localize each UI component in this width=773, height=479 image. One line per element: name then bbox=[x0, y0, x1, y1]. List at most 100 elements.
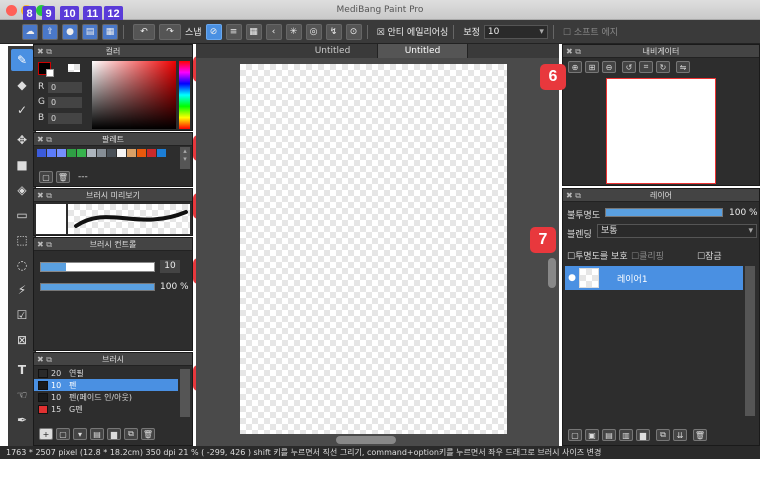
brush-item-selected[interactable]: 10 펜 bbox=[34, 379, 178, 391]
canvas-horizontal-scrollbar[interactable] bbox=[336, 436, 396, 444]
select-eraser-icon[interactable]: ⊠ bbox=[11, 329, 33, 351]
brush-import-icon[interactable]: ▤ bbox=[90, 428, 104, 440]
background-color-swatch[interactable] bbox=[46, 69, 54, 77]
delete-brush-icon[interactable]: 🗑 bbox=[141, 428, 155, 440]
brush-settings-icon[interactable]: ▾ bbox=[73, 428, 87, 440]
lasso-tool-icon[interactable]: ◌ bbox=[11, 254, 33, 276]
blend-mode-select[interactable]: 보통 ▾ bbox=[597, 224, 757, 238]
close-window-button[interactable] bbox=[6, 5, 17, 16]
reset-rotation-icon[interactable]: ⌗ bbox=[639, 61, 653, 73]
clipping-checkbox[interactable]: ☐클리핑 bbox=[631, 249, 664, 262]
curve-snap-icon[interactable]: ↯ bbox=[325, 23, 342, 40]
close-icon[interactable]: ✖ ⧉ bbox=[37, 238, 52, 251]
palette-swatch[interactable] bbox=[147, 149, 156, 157]
close-icon[interactable]: ✖ ⧉ bbox=[37, 353, 52, 366]
parallel-snap-icon[interactable]: ≡ bbox=[225, 23, 242, 40]
navigator-preview[interactable] bbox=[606, 78, 716, 184]
new-color-layer-icon[interactable]: ▣ bbox=[585, 429, 599, 441]
radial-snap-icon[interactable]: ✳ bbox=[285, 23, 302, 40]
protect-alpha-checkbox[interactable]: ☐투명도를 보호 bbox=[567, 249, 628, 262]
zoom-out-icon[interactable]: ⊖ bbox=[602, 61, 616, 73]
flip-icon[interactable]: ⇋ bbox=[676, 61, 690, 73]
g-value-field[interactable]: 0 bbox=[48, 97, 82, 108]
fit-icon[interactable]: ⊞ bbox=[585, 61, 599, 73]
brush-item[interactable]: 10 펜(페이드 인/아웃) bbox=[34, 391, 178, 403]
dot-tool-icon[interactable]: ✓ bbox=[11, 99, 33, 121]
comment-icon[interactable]: ● bbox=[62, 23, 78, 40]
palette-swatch[interactable] bbox=[47, 149, 56, 157]
close-icon[interactable]: ✖ ⧉ bbox=[566, 189, 581, 202]
layer-list-scrollbar[interactable] bbox=[745, 266, 755, 416]
merge-layer-icon[interactable]: ⇊ bbox=[673, 429, 687, 441]
palette-swatch[interactable] bbox=[157, 149, 166, 157]
palette-swatch[interactable] bbox=[127, 149, 136, 157]
brush-size-value[interactable]: 10 bbox=[160, 260, 180, 273]
palette-swatch[interactable] bbox=[77, 149, 86, 157]
palette-swatch[interactable] bbox=[137, 149, 146, 157]
delete-palette-icon[interactable]: 🗑 bbox=[56, 171, 70, 183]
brush-size-slider[interactable] bbox=[40, 262, 155, 272]
palette-swatch[interactable] bbox=[37, 149, 46, 157]
eye-icon[interactable]: ● bbox=[565, 273, 579, 283]
circle-snap-icon[interactable]: ◎ bbox=[305, 23, 322, 40]
palette-swatch[interactable] bbox=[97, 149, 106, 157]
fill-tool-icon[interactable]: ◈ bbox=[11, 179, 33, 201]
add-brush-icon[interactable]: + bbox=[39, 428, 53, 440]
palette-scrollbar[interactable]: ▴ ▾ bbox=[180, 147, 190, 169]
palette-swatch[interactable] bbox=[87, 149, 96, 157]
page-icon[interactable]: ▤ bbox=[82, 23, 98, 40]
layer-row[interactable]: ● 레이어1 bbox=[565, 266, 743, 290]
new-palette-icon[interactable]: ▢ bbox=[39, 171, 53, 183]
rotate-left-icon[interactable]: ↺ bbox=[622, 61, 636, 73]
palette-swatch[interactable] bbox=[117, 149, 126, 157]
canvas-tab[interactable]: Untitled bbox=[288, 44, 378, 58]
gradient-tool-icon[interactable]: ▭ bbox=[11, 204, 33, 226]
undo-icon[interactable]: ↶ bbox=[133, 23, 155, 40]
select-tool-icon[interactable]: ⬚ bbox=[11, 229, 33, 251]
zoom-in-icon[interactable]: ⊕ bbox=[568, 61, 582, 73]
layer-folder-icon[interactable]: ▆ bbox=[636, 429, 650, 441]
close-icon[interactable]: ✖ ⧉ bbox=[566, 45, 581, 58]
redo-icon[interactable]: ↷ bbox=[159, 23, 181, 40]
share-icon[interactable]: ⇪ bbox=[42, 23, 58, 40]
palette-swatch[interactable] bbox=[57, 149, 66, 157]
new-1bit-layer-icon[interactable]: ▥ bbox=[619, 429, 633, 441]
brush-tool-icon[interactable]: ✎ bbox=[11, 49, 33, 71]
text-tool-icon[interactable]: T bbox=[11, 359, 33, 381]
brush-opacity-slider[interactable] bbox=[40, 283, 155, 291]
brush-folder-icon[interactable]: ▆ bbox=[107, 428, 121, 440]
close-icon[interactable]: ✖ ⧉ bbox=[37, 189, 52, 202]
palette-swatch[interactable] bbox=[67, 149, 76, 157]
correction-select[interactable]: 10 ▾ bbox=[483, 24, 548, 39]
hand-tool-icon[interactable]: ☜ bbox=[11, 384, 33, 406]
new-brush-icon[interactable]: ▢ bbox=[56, 428, 70, 440]
brush-item[interactable]: 20 연필 bbox=[34, 367, 178, 379]
r-value-field[interactable]: 0 bbox=[48, 82, 82, 93]
magic-wand-icon[interactable]: ⚡ bbox=[11, 279, 33, 301]
brush-list-scrollbar[interactable] bbox=[180, 369, 190, 417]
b-value-field[interactable]: 0 bbox=[48, 113, 82, 124]
settings-snap-icon[interactable]: ⊙ bbox=[345, 23, 362, 40]
antialias-checkbox[interactable]: ☒ 안티 에일리어싱 bbox=[377, 25, 449, 38]
brush-item[interactable]: 15 G펜 bbox=[34, 403, 178, 415]
canvas-document[interactable] bbox=[240, 64, 507, 434]
canvas-vertical-scrollbar[interactable] bbox=[548, 258, 556, 288]
palette-swatch[interactable] bbox=[107, 149, 116, 157]
duplicate-brush-icon[interactable]: ⧉ bbox=[124, 428, 138, 440]
canvas-tab-active[interactable]: Untitled bbox=[378, 44, 468, 58]
select-pen-icon[interactable]: ☑ bbox=[11, 304, 33, 326]
canvas-area[interactable] bbox=[196, 58, 559, 446]
eraser-tool-icon[interactable]: ◆ bbox=[11, 74, 33, 96]
grid-snap-icon[interactable]: ▦ bbox=[245, 23, 262, 40]
grid-manage-icon[interactable]: ▦ bbox=[102, 23, 118, 40]
lock-checkbox[interactable]: ☐잠금 bbox=[697, 249, 722, 262]
new-layer-icon[interactable]: ▢ bbox=[568, 429, 582, 441]
soft-edge-checkbox[interactable]: ☐ 소프트 에지 bbox=[563, 25, 618, 38]
duplicate-layer-icon[interactable]: ⧉ bbox=[656, 429, 670, 441]
perspective-snap-icon[interactable]: ‹ bbox=[265, 23, 282, 40]
close-icon[interactable]: ✖ ⧉ bbox=[37, 45, 52, 58]
cloud-icon[interactable]: ☁ bbox=[22, 23, 38, 40]
delete-layer-icon[interactable]: 🗑 bbox=[693, 429, 707, 441]
new-8bit-layer-icon[interactable]: ▤ bbox=[602, 429, 616, 441]
rotate-right-icon[interactable]: ↻ bbox=[656, 61, 670, 73]
